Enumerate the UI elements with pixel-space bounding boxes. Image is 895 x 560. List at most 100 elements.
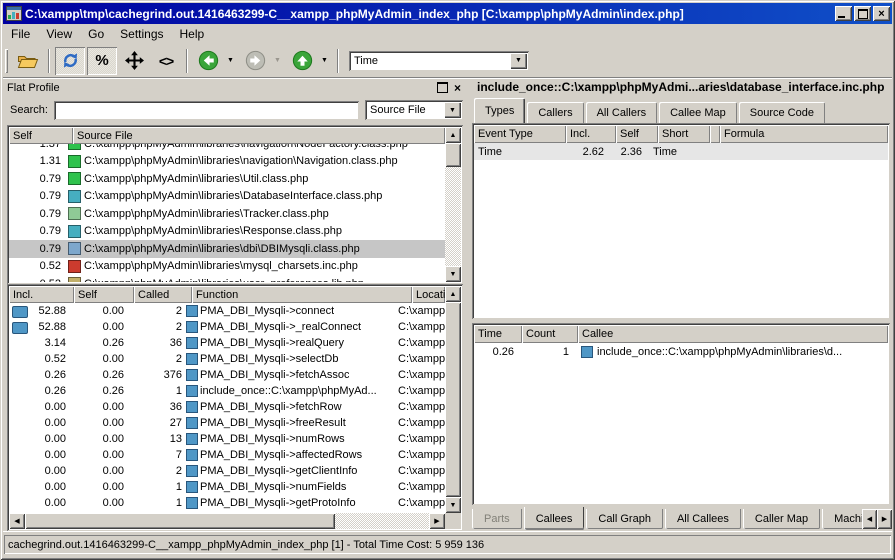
detail-bottom-tab[interactable]: Callees xyxy=(524,507,585,530)
scroll-left-button[interactable]: ◀ xyxy=(9,513,25,529)
function-row[interactable]: 0.26 0.26 1 include_once::C:\xampp\phpMy… xyxy=(9,383,445,399)
function-table-hscrollbar[interactable]: ◀ ▶ xyxy=(9,513,445,529)
callee-row[interactable]: 0.26 1 include_once::C:\xampp\phpMyAdmin… xyxy=(474,343,888,360)
close-panel-icon[interactable]: × xyxy=(454,83,461,93)
source-file-cell: C:\xampp\phpMyAdmin\libraries\mysql_char… xyxy=(84,260,445,272)
maximize-button[interactable] xyxy=(854,6,871,21)
menu-item[interactable]: Help xyxy=(172,25,213,43)
column-header-source-file[interactable]: Source File xyxy=(73,127,445,144)
scroll-down-button[interactable]: ▼ xyxy=(445,266,461,282)
function-row[interactable]: 0.00 0.00 27 PMA_DBI_Mysqli->freeResult … xyxy=(9,415,445,431)
back-button[interactable] xyxy=(193,47,223,75)
column-header-spacer[interactable] xyxy=(710,125,720,143)
float-panel-icon[interactable] xyxy=(437,82,448,93)
scroll-down-button[interactable]: ▼ xyxy=(445,497,461,513)
tab-scroll-right-button[interactable]: ▶ xyxy=(877,509,892,529)
group-by-select[interactable]: Source File ▼ xyxy=(365,100,463,120)
source-file-row[interactable]: 0.79 C:\xampp\phpMyAdmin\libraries\Respo… xyxy=(9,223,445,241)
source-file-row[interactable]: 0.79 C:\xampp\phpMyAdmin\libraries\dbi\D… xyxy=(9,240,445,258)
file-type-icon xyxy=(68,144,81,150)
forward-history-dropdown[interactable]: ▼ xyxy=(271,47,284,75)
event-type-row[interactable]: Time 2.62 2.36 Time xyxy=(474,143,888,160)
back-history-dropdown[interactable]: ▼ xyxy=(224,47,237,75)
function-row[interactable]: 0.00 0.00 1 PMA_DBI_Mysqli->getProtoInfo… xyxy=(9,495,445,511)
relative-percent-button[interactable]: % xyxy=(87,47,117,75)
source-file-row[interactable]: 1.37 C:\xampp\phpMyAdmin\libraries\navig… xyxy=(9,144,445,153)
source-file-row[interactable]: 0.79 C:\xampp\phpMyAdmin\libraries\Datab… xyxy=(9,188,445,206)
column-header-incl[interactable]: Incl. xyxy=(566,125,616,143)
column-header-event-type[interactable]: Event Type xyxy=(474,125,566,143)
shorten-templates-button[interactable]: <> xyxy=(151,47,181,75)
back-icon xyxy=(198,50,219,71)
combo-dropdown-button[interactable]: ▼ xyxy=(510,53,527,69)
function-row[interactable]: 0.00 0.00 2 PMA_DBI_Mysqli->getClientInf… xyxy=(9,463,445,479)
column-header-incl[interactable]: Incl. xyxy=(9,286,74,303)
column-header-callee[interactable]: Callee xyxy=(578,325,888,343)
scroll-thumb[interactable] xyxy=(445,302,461,497)
chevron-down-icon: ▼ xyxy=(449,107,456,114)
forward-button[interactable] xyxy=(240,47,270,75)
toolbar-grip[interactable] xyxy=(5,49,8,73)
column-header-self[interactable]: Self xyxy=(74,286,134,303)
detail-tab[interactable]: Source Code xyxy=(739,102,825,123)
function-row[interactable]: 52.88 0.00 2 PMA_DBI_Mysqli->_realConnec… xyxy=(9,319,445,335)
source-file-row[interactable]: 0.79 C:\xampp\phpMyAdmin\libraries\Util.… xyxy=(9,170,445,188)
column-header-formula[interactable]: Formula xyxy=(720,125,888,143)
scroll-right-button[interactable]: ▶ xyxy=(429,513,445,529)
function-table-vscrollbar[interactable]: ▲ ▼ xyxy=(445,286,461,513)
cycle-detection-button[interactable] xyxy=(55,47,85,75)
function-row[interactable]: 0.52 0.00 2 PMA_DBI_Mysqli->selectDb C:\… xyxy=(9,351,445,367)
function-row[interactable]: 0.00 0.00 13 PMA_DBI_Mysqli->numRows C:\… xyxy=(9,431,445,447)
column-header-self[interactable]: Self xyxy=(616,125,658,143)
scroll-thumb[interactable] xyxy=(445,143,461,167)
source-file-row[interactable]: 0.52 C:\xampp\phpMyAdmin\libraries\user_… xyxy=(9,275,445,282)
scroll-up-button[interactable]: ▲ xyxy=(445,127,461,143)
menu-item[interactable]: Go xyxy=(80,25,112,43)
detail-bottom-tab[interactable]: All Callees xyxy=(665,509,741,529)
column-header-count[interactable]: Count xyxy=(522,325,578,343)
column-header-self[interactable]: Self xyxy=(9,127,73,144)
menu-item[interactable]: File xyxy=(3,25,38,43)
function-name-cell: PMA_DBI_Mysqli->getClientInfo xyxy=(186,465,398,477)
detail-bottom-tab[interactable]: Call Graph xyxy=(586,509,663,529)
scroll-thumb[interactable] xyxy=(25,513,335,529)
function-row[interactable]: 0.00 0.00 7 PMA_DBI_Mysqli->affectedRows… xyxy=(9,447,445,463)
menu-item[interactable]: View xyxy=(38,25,80,43)
column-header-called[interactable]: Called xyxy=(134,286,192,303)
callees-header: Time Count Callee xyxy=(474,325,888,343)
detail-bottom-tab[interactable]: Parts xyxy=(472,509,522,529)
incl-cost-cell: 0.00 xyxy=(9,463,72,479)
source-list-vscrollbar[interactable]: ▲ ▼ xyxy=(445,127,461,282)
source-file-row[interactable]: 0.52 C:\xampp\phpMyAdmin\libraries\mysql… xyxy=(9,258,445,276)
scroll-up-button[interactable]: ▲ xyxy=(445,286,461,302)
source-file-row[interactable]: 0.79 C:\xampp\phpMyAdmin\libraries\Track… xyxy=(9,205,445,223)
panel-title: Flat Profile xyxy=(7,82,437,94)
close-button[interactable]: × xyxy=(873,6,890,21)
menu-item[interactable]: Settings xyxy=(112,25,171,43)
titlebar[interactable]: C:\xampp\tmp\cachegrind.out.1416463299-C… xyxy=(3,3,892,24)
open-file-button[interactable] xyxy=(13,47,43,75)
function-row[interactable]: 3.14 0.26 36 PMA_DBI_Mysqli->realQuery C… xyxy=(9,335,445,351)
event-type-select[interactable]: Time ▼ xyxy=(349,51,529,71)
detail-tab[interactable]: All Callers xyxy=(586,102,658,123)
detail-tab[interactable]: Types xyxy=(474,98,525,123)
column-header-function[interactable]: Function xyxy=(192,286,412,303)
source-file-row[interactable]: 1.31 C:\xampp\phpMyAdmin\libraries\navig… xyxy=(9,153,445,171)
detail-tab[interactable]: Callee Map xyxy=(659,102,737,123)
tab-scroll-left-button[interactable]: ◀ xyxy=(862,509,877,529)
expand-button[interactable] xyxy=(119,47,149,75)
minimize-button[interactable] xyxy=(835,6,852,21)
search-input[interactable] xyxy=(54,101,359,120)
function-row[interactable]: 52.88 0.00 2 PMA_DBI_Mysqli->connect C:\… xyxy=(9,303,445,319)
column-header-short[interactable]: Short xyxy=(658,125,710,143)
function-row[interactable]: 0.00 0.00 1 PMA_DBI_Mysqli->numFields C:… xyxy=(9,479,445,495)
detail-bottom-tab[interactable]: Caller Map xyxy=(743,509,820,529)
function-row[interactable]: 0.26 0.26 376 PMA_DBI_Mysqli->fetchAssoc… xyxy=(9,367,445,383)
function-row[interactable]: 0.00 0.00 36 PMA_DBI_Mysqli->fetchRow C:… xyxy=(9,399,445,415)
up-history-dropdown[interactable]: ▼ xyxy=(318,47,331,75)
column-header-time[interactable]: Time xyxy=(474,325,522,343)
column-header-location[interactable]: Location xyxy=(412,286,445,303)
detail-tab[interactable]: Callers xyxy=(527,102,583,123)
combo-dropdown-button[interactable]: ▼ xyxy=(444,102,461,118)
up-button[interactable] xyxy=(287,47,317,75)
